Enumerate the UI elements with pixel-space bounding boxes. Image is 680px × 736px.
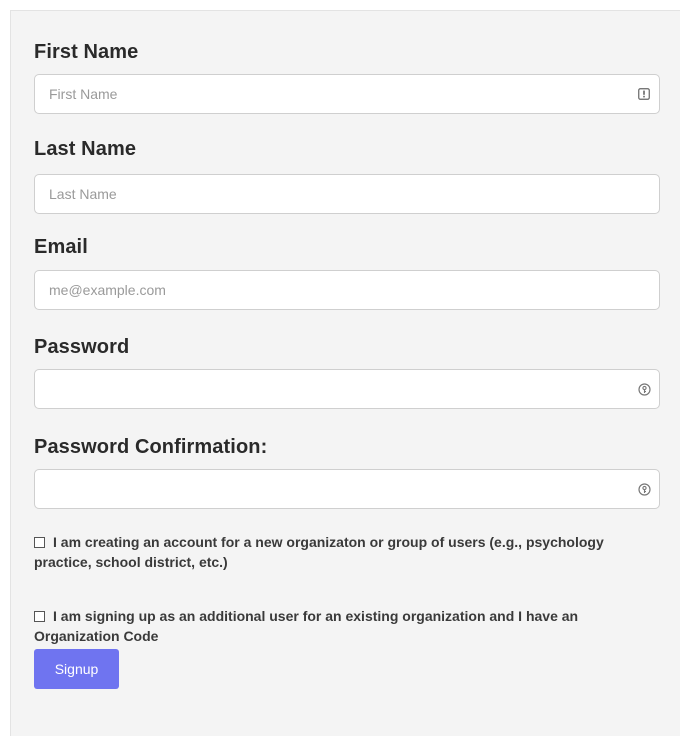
existing-organization-option: I am signing up as an additional user fo…	[34, 606, 664, 646]
key-icon[interactable]	[637, 382, 651, 396]
signup-button[interactable]: Signup	[34, 649, 119, 689]
new-organization-checkbox-label[interactable]: I am creating an account for a new organ…	[34, 534, 604, 570]
email-field-wrapper	[34, 270, 660, 310]
email-input[interactable]	[35, 271, 659, 309]
key-icon[interactable]	[637, 482, 651, 496]
email-label: Email	[34, 236, 88, 258]
existing-organization-checkbox-label[interactable]: I am signing up as an additional user fo…	[34, 608, 578, 644]
password-confirmation-field-wrapper	[34, 469, 660, 509]
signup-form: First Name Last Name Email Password	[10, 10, 680, 736]
new-organization-checkbox[interactable]	[34, 537, 45, 548]
last-name-field-wrapper	[34, 174, 660, 214]
first-name-label: First Name	[34, 41, 139, 63]
existing-organization-checkbox[interactable]	[34, 611, 45, 622]
first-name-input[interactable]	[35, 75, 659, 113]
contact-card-icon[interactable]	[637, 87, 651, 101]
password-label: Password	[34, 336, 130, 358]
password-field-wrapper	[34, 369, 660, 409]
password-input[interactable]	[35, 370, 659, 408]
password-confirmation-label: Password Confirmation:	[34, 436, 268, 458]
last-name-input[interactable]	[35, 175, 659, 213]
password-confirmation-input[interactable]	[35, 470, 659, 508]
last-name-label: Last Name	[34, 138, 137, 160]
new-organization-option: I am creating an account for a new organ…	[34, 532, 664, 572]
first-name-field-wrapper	[34, 74, 660, 114]
